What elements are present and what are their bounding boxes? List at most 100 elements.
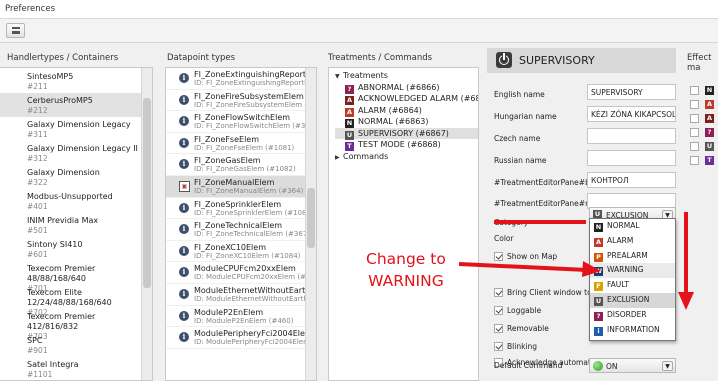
handlertype-name: Galaxy Dimension Legacy II: [27, 144, 138, 153]
treatments-group[interactable]: ▼ Treatments: [335, 70, 478, 82]
handlertype-item[interactable]: Texecom Premier 412/816/832 #703: [0, 309, 141, 341]
treatment-label: SUPERVISORY (#6867): [358, 128, 449, 138]
checkbox-box: [494, 324, 503, 333]
handlertype-item[interactable]: Galaxy Dimension Legacy #311: [0, 117, 141, 141]
toolbar-menu-button[interactable]: [6, 23, 25, 38]
datapoint-item[interactable]: i FI_ZoneGasElem ID: FI_ZoneGasElem (#1082…: [166, 154, 305, 176]
effect-checkbox[interactable]: [690, 86, 699, 95]
treatment-label: ABNORMAL (#6866): [358, 82, 440, 92]
handlertype-item[interactable]: Satel Integra #1101: [0, 357, 141, 380]
effect-item[interactable]: N: [680, 84, 718, 98]
chevron-down-icon: ▼: [662, 361, 673, 371]
category-option-alarm[interactable]: A ALARM: [590, 234, 675, 249]
datapoints-panel: i FI_ZoneExtinguishingReportElem ID: FI_Zo…: [165, 67, 317, 381]
handlertype-item[interactable]: SPC #901: [0, 333, 141, 357]
supervisory-icon: U: [705, 142, 714, 151]
commands-group[interactable]: ▶ Commands: [335, 151, 478, 163]
bg-name-label: #TreatmentEditorPane#bg: [494, 178, 595, 187]
english-name-input[interactable]: SUPERVISORY: [587, 84, 676, 100]
handlertype-item[interactable]: SintesoMP5 #211: [0, 69, 141, 93]
effect-checkbox[interactable]: [690, 128, 699, 137]
datapoint-item[interactable]: i ModulePeripheryFci2004Elem ID: ModulePer…: [166, 327, 316, 349]
datapoint-item[interactable]: i FI_ZoneFlowSwitchElem ID: FI_ZoneFlowSwi…: [166, 111, 316, 133]
datapoint-item[interactable]: i FI_ZoneSprinklerElem ID: FI_ZoneSprinkle…: [166, 198, 314, 220]
editor-title: SUPERVISORY: [519, 54, 595, 67]
datapoint-item[interactable]: i FI_ZoneExtinguishingReportElem ID: FI_Zo…: [166, 68, 316, 90]
default-command-label: Default Command: [494, 361, 563, 370]
handlertype-item[interactable]: INIM Previdia Max #501: [0, 213, 141, 237]
effect-checkbox[interactable]: [690, 100, 699, 109]
datapoint-id: ID: FI_ZoneGasElem (#1082): [194, 165, 296, 174]
effect-item[interactable]: U: [680, 140, 718, 154]
default-command-dropdown[interactable]: ON ▼: [589, 358, 676, 373]
effect-checkbox[interactable]: [690, 156, 699, 165]
bring-client-label: Bring Client window to fr: [507, 288, 600, 297]
effect-item[interactable]: A: [680, 112, 718, 126]
handlertype-item[interactable]: Texecom Premier 48/88/168/640 #701: [0, 261, 141, 293]
info-icon: i: [179, 310, 189, 321]
effect-item[interactable]: T: [680, 154, 718, 168]
treatment-item[interactable]: ? ABNORMAL (#6866): [335, 82, 478, 94]
bring-client-checkbox[interactable]: Bring Client window to fr: [494, 288, 600, 297]
handlertype-item[interactable]: Galaxy Dimension #322: [0, 165, 141, 189]
removable-checkbox[interactable]: Removable: [494, 324, 549, 333]
datapoint-item[interactable]: i ModuleEthernetWithoutEarthFaultElemID: …: [166, 284, 316, 306]
effect-checkbox[interactable]: [690, 142, 699, 151]
treatment-item[interactable]: N NORMAL (#6863): [335, 116, 478, 128]
datapoint-item[interactable]: ▣ FI_ZoneManualElem ID: FI_ZoneManualElem …: [166, 175, 305, 198]
handlertype-id: #212: [27, 106, 48, 115]
treatment-item[interactable]: T TEST MODE (#6868): [335, 139, 478, 151]
handlertypes-scroll-thumb[interactable]: [143, 98, 151, 288]
default-command-value: ON: [606, 362, 618, 371]
handlertype-name: Texecom Elite 12/24/48/88/168/640: [27, 288, 112, 307]
category-option-exclusion[interactable]: U EXCLUSION: [590, 292, 675, 308]
effect-checkbox[interactable]: [690, 114, 699, 123]
handlertype-item[interactable]: Modbus-Unsupported #401: [0, 189, 141, 213]
handlertypes-panel: SintesoMP5 #211 CerberusProMP5 #212 Galaxy D…: [0, 67, 153, 381]
category-option-normal[interactable]: N NORMAL: [590, 219, 675, 234]
handlertype-id: #1101: [27, 370, 53, 379]
bg-name-input[interactable]: КОНТРОЛ: [587, 172, 676, 188]
datapoint-item[interactable]: i FI_ZoneTechnicalElem ID: FI_ZoneTechnica…: [166, 219, 310, 241]
datapoint-item[interactable]: i ModuleP2EnElem ID: ModuleP2EnElem (#460): [166, 306, 305, 328]
handlertype-item[interactable]: Texecom Elite 12/24/48/88/168/640 #702: [0, 285, 141, 317]
effect-item[interactable]: ?: [680, 126, 718, 140]
blinking-checkbox[interactable]: Blinking: [494, 342, 537, 351]
datapoint-item[interactable]: i FI_ZoneXC10Elem ID: FI_ZoneXC10Elem (#10…: [166, 241, 305, 263]
czech-name-input[interactable]: [587, 128, 676, 144]
datapoint-item[interactable]: i FI_ZoneFireSubsystemElem ID: FI_ZoneFire…: [166, 90, 316, 112]
treatment-item[interactable]: AACKNOWLEDGED ALARM (#6865): [335, 93, 478, 105]
loggable-checkbox[interactable]: Loggable: [494, 306, 541, 315]
handlertypes-scrollbar[interactable]: [141, 68, 152, 380]
hungarian-name-input[interactable]: KÉZI ZÓNA KIKAPCSOLVA: [587, 106, 676, 122]
info-icon: i: [179, 245, 189, 256]
handlertype-name: Modbus-Unsupported: [27, 192, 113, 201]
handlertype-id: #312: [27, 154, 48, 163]
category-option-disorder[interactable]: ? DISORDER: [590, 308, 675, 323]
info-icon: i: [179, 288, 189, 299]
handlertype-name: Sintony SI410: [27, 240, 83, 249]
effect-list: N A A? U T: [680, 84, 718, 168]
handlertype-item[interactable]: Sintony SI410 #601: [0, 237, 141, 261]
info-icon: i: [179, 94, 189, 105]
russian-name-input[interactable]: [587, 150, 676, 166]
editor-header: SUPERVISORY: [487, 48, 676, 73]
treatments-panel: ▼ Treatments ? ABNORMAL (#6866) A ACKNOWLEDG…: [328, 67, 479, 381]
effect-item[interactable]: A: [680, 98, 718, 112]
category-option-information[interactable]: i INFORMATION: [590, 323, 675, 338]
treatment-item[interactable]: U SUPERVISORY (#6867): [335, 127, 478, 140]
blinking-label: Blinking: [507, 342, 538, 351]
datapoints-scrollbar[interactable]: [305, 68, 316, 380]
treatment-item[interactable]: A ALARM (#6864): [335, 105, 478, 117]
window-titlebar: Preferences: [0, 0, 718, 19]
alarm-icon: A: [594, 237, 603, 247]
category-option-fault[interactable]: F FAULT: [590, 278, 675, 293]
handlertype-item[interactable]: Galaxy Dimension Legacy II #312: [0, 141, 141, 165]
datapoint-item[interactable]: i ModuleCPUFcm20xxElem ID: ModuleCPUFcm20x…: [166, 262, 316, 284]
datapoint-item[interactable]: i FI_ZoneFseElem ID: FI_ZoneFseElem (#1081…: [166, 133, 305, 155]
handlertype-item[interactable]: CerberusProMP5 #212: [0, 93, 141, 117]
datapoints-scroll-thumb[interactable]: [307, 188, 315, 248]
datapoint-name: FI_ZoneGasElem: [194, 156, 261, 166]
treatments-header: Treatments / Commands: [328, 53, 433, 63]
info-icon: i: [179, 224, 189, 235]
